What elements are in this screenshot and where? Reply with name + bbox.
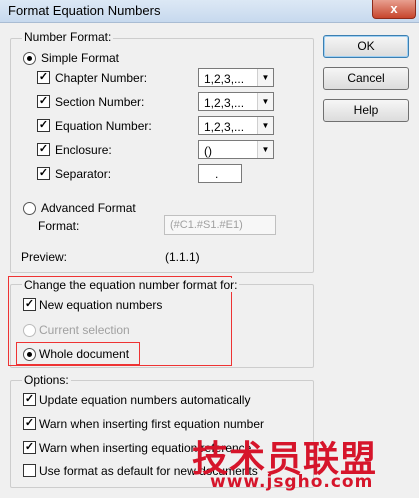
close-button[interactable]: x xyxy=(372,0,416,19)
new-equations-label[interactable]: New equation numbers xyxy=(39,298,162,312)
chapter-number-checkbox[interactable]: ✓ xyxy=(37,71,50,84)
separator-label: Separator: xyxy=(55,167,112,181)
section-number-label: Section Number: xyxy=(55,95,145,109)
whole-document-label[interactable]: Whole document xyxy=(39,347,129,361)
change-format-legend: Change the equation number format for: xyxy=(22,278,240,292)
close-icon: x xyxy=(390,1,398,16)
simple-format-radio[interactable] xyxy=(23,52,36,65)
format-label: Format: xyxy=(38,219,80,233)
separator-value: . xyxy=(215,167,219,181)
equation-number-value: 1,2,3,... xyxy=(204,120,245,134)
window-title: Format Equation Numbers xyxy=(8,3,161,18)
enclosure-checkbox[interactable]: ✓ xyxy=(37,143,50,156)
current-selection-label: Current selection xyxy=(39,323,130,337)
chapter-number-value: 1,2,3,... xyxy=(204,72,245,86)
chapter-number-select[interactable]: 1,2,3,... ▼ xyxy=(198,68,274,87)
chevron-down-icon: ▼ xyxy=(257,69,273,86)
update-automatically-checkbox[interactable]: ✓ xyxy=(23,393,36,406)
preview-label: Preview: xyxy=(21,250,68,264)
warn-equation-reference-checkbox[interactable]: ✓ xyxy=(23,441,36,454)
warn-first-equation-checkbox[interactable]: ✓ xyxy=(23,417,36,430)
preview-value: (1.1.1) xyxy=(165,250,200,264)
format-value: (#C1.#S1.#E1) xyxy=(170,219,243,231)
equation-number-label: Equation Number: xyxy=(55,119,152,133)
equation-number-checkbox[interactable]: ✓ xyxy=(37,119,50,132)
section-number-select[interactable]: 1,2,3,... ▼ xyxy=(198,92,274,111)
enclosure-value: () xyxy=(204,144,212,158)
enclosure-label: Enclosure: xyxy=(55,143,112,157)
new-equations-checkbox[interactable]: ✓ xyxy=(23,298,36,311)
section-number-value: 1,2,3,... xyxy=(204,96,245,110)
number-format-legend: Number Format: xyxy=(22,30,114,44)
advanced-format-label[interactable]: Advanced Format xyxy=(41,201,136,215)
enclosure-select[interactable]: () ▼ xyxy=(198,140,274,159)
format-input[interactable]: (#C1.#S1.#E1) xyxy=(164,215,276,235)
simple-format-label[interactable]: Simple Format xyxy=(41,51,119,65)
ok-button[interactable]: OK xyxy=(323,35,409,58)
whole-document-radio[interactable] xyxy=(23,348,36,361)
warn-first-equation-label[interactable]: Warn when inserting first equation numbe… xyxy=(39,417,264,431)
advanced-format-radio[interactable] xyxy=(23,202,36,215)
update-automatically-label[interactable]: Update equation numbers automatically xyxy=(39,393,250,407)
separator-checkbox[interactable]: ✓ xyxy=(37,167,50,180)
current-selection-radio xyxy=(23,324,36,337)
separator-input[interactable]: . xyxy=(198,164,242,183)
cancel-button[interactable]: Cancel xyxy=(323,67,409,90)
default-format-checkbox[interactable] xyxy=(23,464,36,477)
chevron-down-icon: ▼ xyxy=(257,141,273,158)
options-legend: Options: xyxy=(22,373,71,387)
section-number-checkbox[interactable]: ✓ xyxy=(37,95,50,108)
chapter-number-label: Chapter Number: xyxy=(55,71,148,85)
watermark-url: www.jsgho.com xyxy=(210,472,374,492)
equation-number-select[interactable]: 1,2,3,... ▼ xyxy=(198,116,274,135)
chevron-down-icon: ▼ xyxy=(257,93,273,110)
chevron-down-icon: ▼ xyxy=(257,117,273,134)
help-button[interactable]: Help xyxy=(323,99,409,122)
